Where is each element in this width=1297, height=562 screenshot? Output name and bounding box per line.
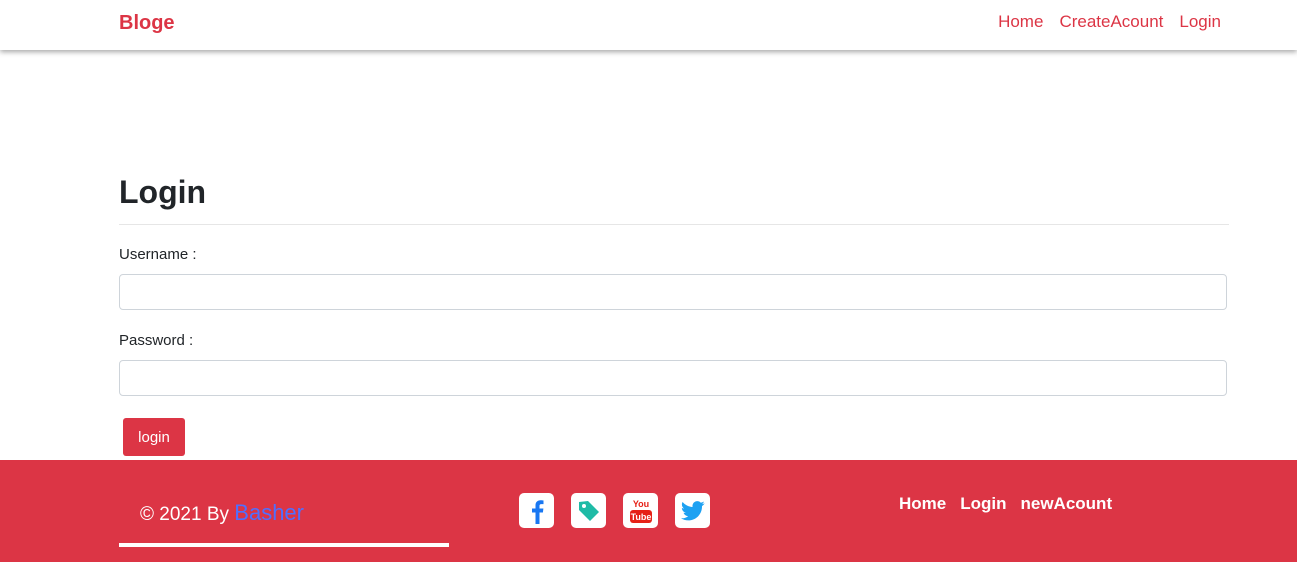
footer-link-login[interactable]: Login xyxy=(960,494,1006,514)
nav-link-login[interactable]: Login xyxy=(1179,12,1221,32)
copyright-text: © 2021 By xyxy=(140,504,229,525)
login-button[interactable]: login xyxy=(123,418,185,456)
nav-link-create-account[interactable]: CreateAcount xyxy=(1059,12,1163,32)
tag-icon[interactable] xyxy=(571,493,606,528)
nav-links: Home CreateAcount Login xyxy=(998,12,1221,32)
facebook-icon[interactable] xyxy=(519,493,554,528)
page-title: Login xyxy=(119,174,207,210)
youtube-icon[interactable]: You Tube xyxy=(623,493,658,528)
password-input[interactable] xyxy=(119,360,1227,396)
login-form: Login Username : Password : login xyxy=(119,172,1229,456)
brand-logo[interactable]: Bloge xyxy=(119,12,175,35)
footer-link-new-account[interactable]: newAcount xyxy=(1021,494,1113,514)
username-label: Username : xyxy=(119,246,197,263)
svg-text:You: You xyxy=(632,499,648,509)
footer-links: Home Login newAcount xyxy=(899,494,1112,514)
nav-link-home[interactable]: Home xyxy=(998,12,1043,32)
author-link[interactable]: Basher xyxy=(234,500,304,525)
copyright: © 2021 By Basher xyxy=(140,500,304,526)
social-icons: You Tube xyxy=(519,493,710,528)
navbar: Bloge Home CreateAcount Login xyxy=(0,0,1297,50)
svg-text:Tube: Tube xyxy=(630,512,651,522)
twitter-icon[interactable] xyxy=(675,493,710,528)
footer: © 2021 By Basher You Tube Home Login new… xyxy=(0,460,1297,562)
username-input[interactable] xyxy=(119,274,1227,310)
password-label: Password : xyxy=(119,332,194,349)
title-divider xyxy=(119,224,1229,225)
footer-underline xyxy=(119,543,449,547)
footer-link-home[interactable]: Home xyxy=(899,494,946,514)
